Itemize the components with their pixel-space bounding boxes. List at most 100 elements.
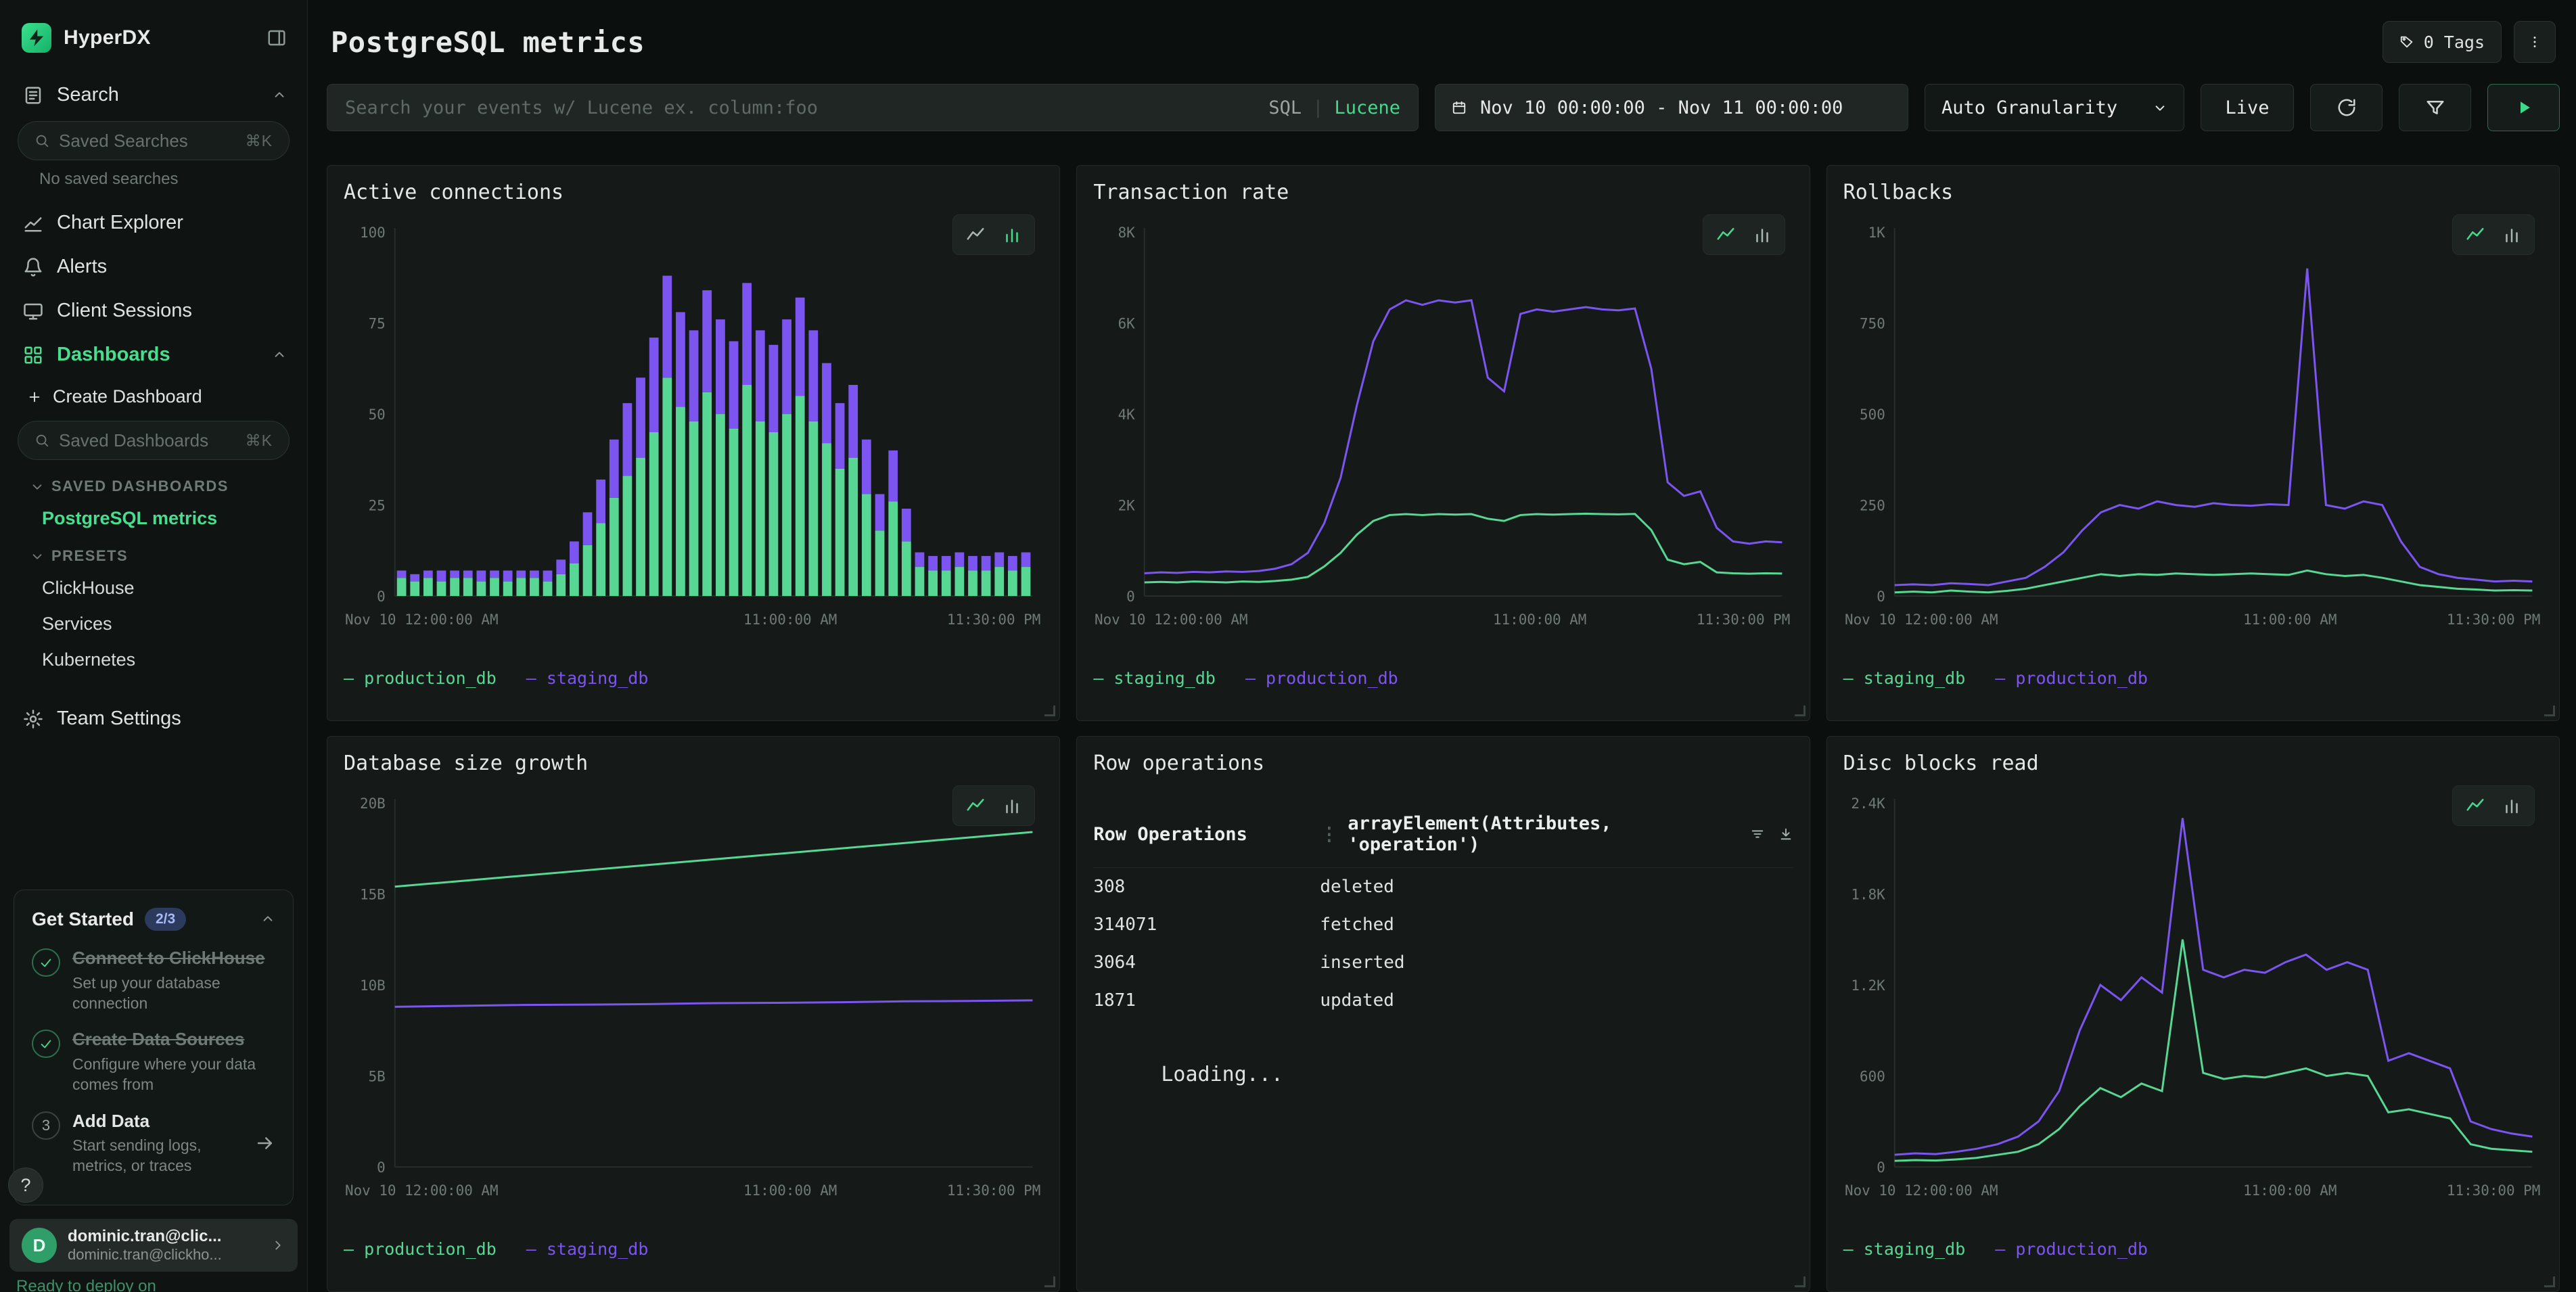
user-name: dominic.tran@clic... (68, 1227, 260, 1246)
svg-text:250: 250 (1860, 498, 1885, 514)
legend-item-production_db[interactable]: — production_db (344, 1239, 497, 1259)
sort-filter-icon[interactable] (1750, 827, 1765, 841)
bar-chart-toggle-button[interactable] (2496, 222, 2527, 248)
chart-canvas[interactable]: 05B10B15B20BNov 10 12:00:00 AM11:00:00 A… (344, 787, 1043, 1207)
filter-funnel-icon (2425, 97, 2445, 118)
sidebar-collapse-button[interactable] (267, 28, 287, 48)
sidebar-preset-kubernetes[interactable]: Kubernetes (0, 642, 307, 678)
get-started-step-connect[interactable]: Connect to ClickHouse Set up your databa… (32, 947, 275, 1013)
sidebar-preset-services[interactable]: Services (0, 606, 307, 642)
create-dashboard-button[interactable]: Create Dashboard (0, 377, 307, 417)
panel-resize-handle[interactable] (1795, 1276, 1806, 1287)
legend-item-staging_db[interactable]: — staging_db (1843, 668, 1966, 688)
lucene-toggle[interactable]: Lucene (1334, 97, 1400, 118)
sidebar-item-search[interactable]: Search (0, 73, 307, 117)
refresh-button[interactable] (2310, 84, 2383, 131)
legend-item-production_db[interactable]: — production_db (344, 668, 497, 688)
chevron-up-icon[interactable] (260, 912, 275, 927)
gear-icon (23, 709, 43, 729)
live-button[interactable]: Live (2201, 84, 2294, 131)
saved-dashboards-group-header[interactable]: SAVED DASHBOARDS (0, 467, 307, 501)
search-icon (34, 433, 49, 448)
panel-resize-handle[interactable] (2544, 706, 2555, 716)
sidebar-item-chart-explorer[interactable]: Chart Explorer (0, 201, 307, 245)
saved-dashboards-input[interactable] (59, 430, 236, 451)
svg-text:11:00:00 AM: 11:00:00 AM (743, 1182, 837, 1199)
time-range-input[interactable] (1480, 97, 1891, 118)
saved-dashboards-search[interactable]: ⌘K (18, 421, 290, 460)
sidebar: HyperDX Search ⌘K No saved searches Char… (0, 0, 308, 1292)
chart-canvas[interactable]: 02K4K6K8KNov 10 12:00:00 AM11:00:00 AM11… (1093, 216, 1793, 636)
chart-legend: — production_db — staging_db (344, 1239, 1043, 1259)
table-row[interactable]: 314071fetched (1093, 906, 1793, 944)
saved-searches-input[interactable] (59, 131, 236, 152)
dashboard-menu-button[interactable] (2514, 21, 2556, 63)
svg-text:600: 600 (1860, 1069, 1885, 1085)
filter-button[interactable] (2399, 84, 2471, 131)
legend-item-staging_db[interactable]: — staging_db (1093, 668, 1216, 688)
chart-type-toggle (952, 214, 1035, 255)
legend-item-staging_db[interactable]: — staging_db (526, 1239, 649, 1259)
line-chart-toggle-button[interactable] (2460, 222, 2491, 248)
line-chart-toggle-button[interactable] (960, 222, 991, 248)
time-range-picker[interactable] (1435, 84, 1908, 131)
tags-button[interactable]: 0 Tags (2383, 21, 2502, 63)
line-chart-toggle-button[interactable] (960, 793, 991, 818)
table-row[interactable]: 3064inserted (1093, 944, 1793, 982)
bar-chart-toggle-button[interactable] (2496, 793, 2527, 818)
chart-canvas[interactable]: 0255075100Nov 10 12:00:00 AM11:00:00 AM1… (344, 216, 1043, 636)
sidebar-dashboard-postgresql-metrics[interactable]: PostgreSQL metrics (0, 501, 307, 536)
event-search-input[interactable] (345, 97, 1256, 118)
table-body: 308deleted314071fetched3064inserted1871u… (1093, 868, 1793, 1019)
chart-legend: — staging_db — production_db (1843, 668, 2543, 688)
panel-title: Disc blocks read (1843, 752, 2543, 775)
shortcut-hint: ⌘K (246, 432, 273, 450)
user-account-menu[interactable]: D dominic.tran@clic... dominic.tran@clic… (9, 1219, 298, 1272)
get-started-step-sources[interactable]: Create Data Sources Configure where your… (32, 1028, 275, 1094)
panel-title: Database size growth (344, 752, 1043, 775)
granularity-select[interactable]: Auto Granularity (1925, 84, 2184, 131)
event-search-box[interactable]: SQL | Lucene (327, 84, 1419, 131)
panel-resize-handle[interactable] (1044, 1276, 1055, 1287)
line-chart-icon (2465, 795, 2485, 816)
column-resize-handle[interactable]: ⋮ (1320, 824, 1338, 845)
panel-resize-handle[interactable] (2544, 1276, 2555, 1287)
line-chart-toggle-button[interactable] (1710, 222, 1741, 248)
line-chart-toggle-button[interactable] (2460, 793, 2491, 818)
sidebar-item-team-settings[interactable]: Team Settings (0, 697, 307, 741)
saved-searches-search[interactable]: ⌘K (18, 121, 290, 160)
sidebar-preset-clickhouse[interactable]: ClickHouse (0, 570, 307, 606)
legend-item-staging_db[interactable]: — staging_db (526, 668, 649, 688)
bar-chart-toggle-button[interactable] (996, 222, 1028, 248)
table-row[interactable]: 308deleted (1093, 868, 1793, 906)
sidebar-item-alerts[interactable]: Alerts (0, 245, 307, 289)
download-icon[interactable] (1778, 827, 1793, 841)
legend-item-production_db[interactable]: — production_db (1995, 1239, 2148, 1259)
svg-text:25: 25 (369, 498, 386, 514)
chart-canvas[interactable]: 02505007501KNov 10 12:00:00 AM11:00:00 A… (1843, 216, 2543, 636)
sql-toggle[interactable]: SQL (1268, 97, 1302, 118)
sidebar-item-client-sessions[interactable]: Client Sessions (0, 289, 307, 333)
table-row[interactable]: 1871updated (1093, 982, 1793, 1019)
get-started-card: Get Started 2/3 Connect to ClickHouse Se… (14, 890, 294, 1205)
legend-item-staging_db[interactable]: — staging_db (1843, 1239, 1966, 1259)
sidebar-item-dashboards[interactable]: Dashboards (0, 333, 307, 377)
app-root: HyperDX Search ⌘K No saved searches Char… (0, 0, 2576, 1292)
bar-chart-toggle-button[interactable] (996, 793, 1028, 818)
refresh-icon (2337, 97, 2357, 118)
legend-item-production_db[interactable]: — production_db (1245, 668, 1398, 688)
chevron-up-icon[interactable] (272, 88, 287, 103)
panel-resize-handle[interactable] (1044, 706, 1055, 716)
help-button[interactable]: ? (8, 1168, 43, 1203)
run-query-button[interactable] (2487, 84, 2560, 131)
svg-text:Nov 10 12:00:00 AM: Nov 10 12:00:00 AM (1845, 612, 1998, 628)
chart-canvas[interactable]: 06001.2K1.8K2.4KNov 10 12:00:00 AM11:00:… (1843, 787, 2543, 1207)
bar-chart-toggle-button[interactable] (1747, 222, 1778, 248)
legend-item-production_db[interactable]: — production_db (1995, 668, 2148, 688)
get-started-step-add-data[interactable]: 3 Add Data Start sending logs, metrics, … (32, 1110, 275, 1176)
panel-resize-handle[interactable] (1795, 706, 1806, 716)
chevron-up-icon[interactable] (272, 348, 287, 363)
presets-group-header[interactable]: PRESETS (0, 536, 307, 570)
calendar-icon (1452, 100, 1467, 115)
chevron-down-icon (2153, 100, 2167, 115)
